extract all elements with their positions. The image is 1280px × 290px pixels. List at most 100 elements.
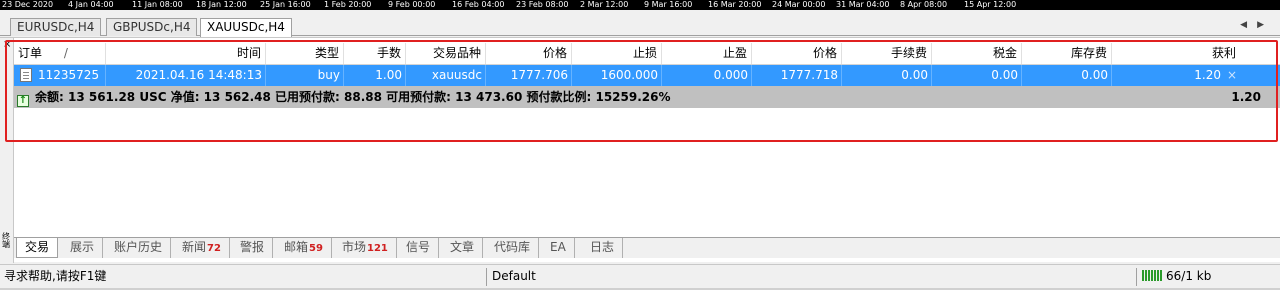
cell-sl: 1600.000 [572, 65, 662, 86]
cell-profit: 1.20 [1194, 68, 1221, 82]
tab-label: 日志 [590, 240, 615, 254]
status-bar: 寻求帮助,请按F1键 Default 66/1 kb [0, 264, 1280, 288]
tab-market[interactable]: 市场121 [334, 238, 397, 258]
cell-lots: 1.00 [344, 65, 406, 86]
tab-alerts[interactable]: 警报 [232, 238, 274, 258]
col-header-profit[interactable]: 获利 [1112, 43, 1240, 64]
tab-scroll-arrows-icon[interactable]: ◀▶ [1240, 20, 1274, 30]
chart-tab-gbpusdc[interactable]: GBPUSDc,H4 [106, 18, 198, 36]
terminal-close-icon[interactable]: × [3, 39, 11, 50]
cell-commission: 0.00 [842, 65, 932, 86]
col-header-symbol[interactable]: 交易品种 [406, 43, 486, 64]
col-header-sl[interactable]: 止损 [572, 43, 662, 64]
mailbox-count-badge: 59 [309, 243, 323, 254]
time-axis-label: 11 Jan 08:00 [132, 0, 183, 9]
col-header-order[interactable]: 订单 / [14, 43, 106, 64]
tab-label: EA [550, 240, 566, 254]
status-divider [1136, 268, 1137, 286]
time-axis-label: 23 Dec 2020 [2, 0, 54, 9]
tab-label: 账户历史 [114, 240, 163, 254]
close-order-icon[interactable]: × [1224, 65, 1240, 86]
cell-price: 1777.718 [752, 65, 842, 86]
time-axis-label: 31 Mar 04:00 [836, 0, 890, 9]
time-axis-label: 18 Jan 12:00 [196, 0, 247, 9]
terminal-tab-bar: 交易 展示 账户历史 新闻72 警报 邮箱59 市场121 信号 文章 代码库 … [14, 237, 1280, 258]
tab-trade[interactable]: 交易 [16, 238, 59, 258]
time-axis-label: 9 Feb 00:00 [388, 0, 436, 9]
tab-label: 展示 [70, 240, 95, 254]
balance-profit: 1.20 [1231, 90, 1261, 104]
tab-code-base[interactable]: 代码库 [486, 238, 540, 258]
balance-text: 余额: 13 561.28 USC 净值: 13 562.48 已用预付款: 8… [35, 90, 671, 104]
time-axis-label: 4 Jan 04:00 [68, 0, 114, 9]
time-axis-label: 24 Mar 00:00 [772, 0, 826, 9]
terminal-grip[interactable]: × 终端 [0, 38, 14, 263]
time-axis-label: 1 Feb 20:00 [324, 0, 372, 9]
time-axis-label: 16 Mar 20:00 [708, 0, 762, 9]
col-header-lots[interactable]: 手数 [344, 43, 406, 64]
cell-tp: 0.000 [662, 65, 752, 86]
status-help-text: 寻求帮助,请按F1键 [4, 269, 107, 283]
balance-summary: ↑ 余额: 13 561.28 USC 净值: 13 562.48 已用预付款: … [14, 86, 1152, 108]
tab-articles[interactable]: 文章 [442, 238, 484, 258]
cell-ticket: 11235725 [14, 65, 106, 86]
terminal-panel: × 终端 订单 / 时间 类型 手数 交易品种 价格 止损 止盈 价格 手续费 … [0, 37, 1280, 263]
table-row[interactable]: 11235725 2021.04.16 14:48:13 buy 1.00 xa… [14, 65, 1280, 86]
news-count-badge: 72 [207, 243, 221, 254]
terminal-side-label: 终端 [2, 232, 10, 249]
ticket-value: 11235725 [38, 68, 100, 82]
balance-row: ↑ 余额: 13 561.28 USC 净值: 13 562.48 已用预付款: … [14, 86, 1280, 108]
status-profile[interactable]: Default [488, 267, 540, 287]
col-header-price[interactable]: 价格 [752, 43, 842, 64]
tab-ea[interactable]: EA [542, 238, 575, 258]
col-header-time[interactable]: 时间 [106, 43, 266, 64]
chart-tab-eurusdc[interactable]: EURUSDc,H4 [10, 18, 102, 36]
tab-exposure[interactable]: 展示 [62, 238, 104, 258]
order-document-icon [20, 68, 32, 82]
chart-tab-bar: EURUSDc,H4 GBPUSDc,H4 XAUUSDc,H4 ◀▶ [0, 10, 1280, 37]
cell-swap: 0.00 [1022, 65, 1112, 86]
status-divider [486, 268, 487, 286]
tab-signals[interactable]: 信号 [398, 238, 440, 258]
time-axis-label: 8 Apr 08:00 [900, 0, 948, 9]
tab-label: 代码库 [494, 240, 531, 254]
cell-type: buy [266, 65, 344, 86]
col-header-label: 订单 [18, 46, 43, 60]
chart-time-axis: 23 Dec 2020 4 Jan 04:00 11 Jan 08:00 18 … [0, 0, 1280, 10]
balance-up-arrow-icon: ↑ [17, 95, 29, 107]
tab-journal[interactable]: 日志 [582, 238, 624, 258]
tab-label: 邮箱 [284, 240, 309, 254]
tab-label: 文章 [450, 240, 475, 254]
col-header-commission[interactable]: 手续费 [842, 43, 932, 64]
sort-indicator-icon: / [63, 46, 68, 60]
traffic-value: 66/1 kb [1166, 269, 1212, 283]
cell-open-price: 1777.706 [486, 65, 572, 86]
tab-label: 警报 [240, 240, 265, 254]
time-axis-label: 25 Jan 16:00 [260, 0, 311, 9]
tab-account-history[interactable]: 账户历史 [106, 238, 172, 258]
cell-symbol: xauusdc [406, 65, 486, 86]
time-axis-label: 2 Mar 12:00 [580, 0, 629, 9]
cell-taxes: 0.00 [932, 65, 1022, 86]
market-count-badge: 121 [367, 243, 388, 254]
tab-label: 信号 [406, 240, 431, 254]
tab-label: 市场 [342, 240, 367, 254]
tab-mailbox[interactable]: 邮箱59 [276, 238, 332, 258]
chart-tab-xauusdc[interactable]: XAUUSDc,H4 [200, 18, 292, 37]
trade-table: 订单 / 时间 类型 手数 交易品种 价格 止损 止盈 价格 手续费 税金 库存… [14, 43, 1280, 108]
cell-time: 2021.04.16 14:48:13 [106, 65, 266, 86]
col-header-taxes[interactable]: 税金 [932, 43, 1022, 64]
table-header: 订单 / 时间 类型 手数 交易品种 价格 止损 止盈 价格 手续费 税金 库存… [14, 43, 1280, 65]
time-axis-label: 15 Apr 12:00 [964, 0, 1017, 9]
connection-bars-icon [1142, 270, 1162, 281]
col-header-swap[interactable]: 库存费 [1022, 43, 1112, 64]
col-header-tp[interactable]: 止盈 [662, 43, 752, 64]
col-header-type[interactable]: 类型 [266, 43, 344, 64]
status-connection[interactable]: 66/1 kb [1138, 267, 1215, 287]
time-axis-label: 9 Mar 16:00 [644, 0, 693, 9]
time-axis-label: 16 Feb 04:00 [452, 0, 505, 9]
col-header-open-price[interactable]: 价格 [486, 43, 572, 64]
tab-label: 交易 [25, 240, 50, 254]
tab-news[interactable]: 新闻72 [174, 238, 230, 258]
tab-label: 新闻 [182, 240, 207, 254]
